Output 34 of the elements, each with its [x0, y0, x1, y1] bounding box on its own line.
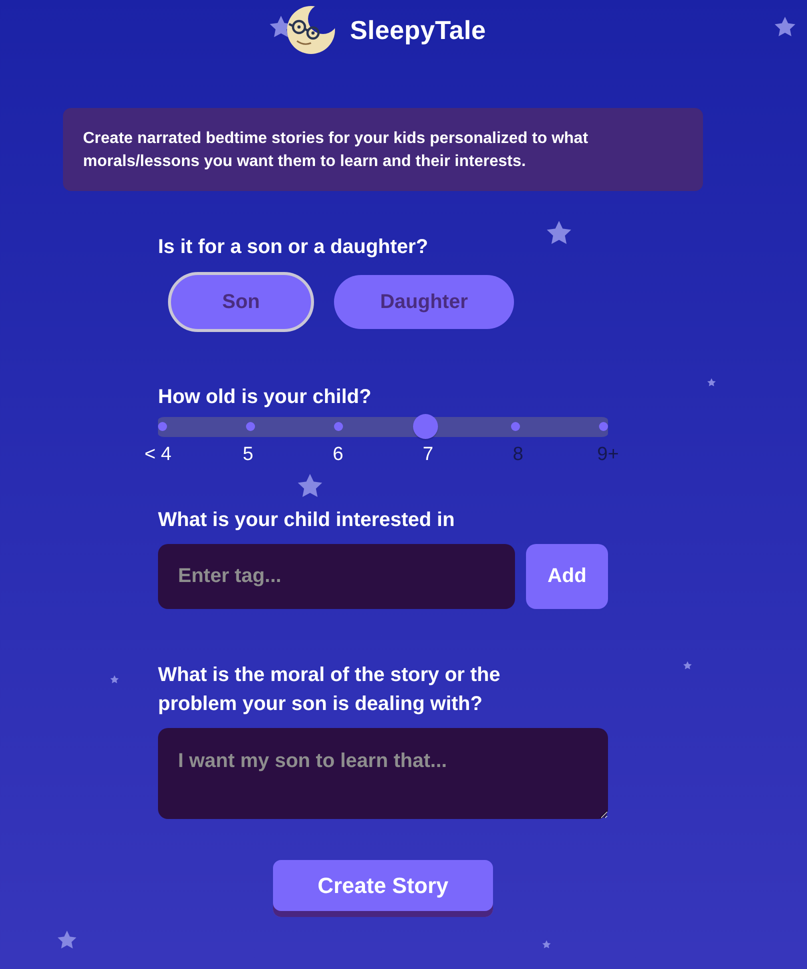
question-label: What is the moral of the story or the problem your son is dealing with?: [158, 663, 502, 717]
moon-logo-icon: [287, 5, 335, 55]
tick-dot-icon: [510, 422, 520, 430]
tag-input[interactable]: Enter tag...: [158, 544, 515, 609]
age-label: 9+: [597, 445, 619, 465]
tick-dot-icon: [599, 422, 608, 430]
tick-dot-icon: [334, 422, 344, 430]
age-label: 5: [242, 445, 254, 465]
age-slider[interactable]: [158, 414, 608, 438]
add-button[interactable]: Add: [526, 544, 608, 609]
question-label: Is it for a son or a daughter?: [158, 235, 428, 259]
star-icon: [542, 940, 550, 948]
age-label: 7: [422, 445, 434, 465]
star-icon: [546, 220, 572, 246]
create-story-button[interactable]: Create Story: [273, 860, 493, 917]
star-icon: [57, 930, 77, 950]
star-icon: [706, 378, 716, 386]
slider-thumb[interactable]: [413, 414, 438, 438]
star-icon: [682, 660, 692, 670]
star-icon: [297, 473, 323, 499]
option-button[interactable]: Son: [168, 272, 314, 332]
age-label: 6: [332, 445, 344, 465]
tick-dot-icon: [158, 422, 167, 430]
age-label: < 4: [144, 445, 172, 465]
question-label: What is your child interested in: [158, 508, 455, 532]
intro-banner: Create narrated bedtime stories for your kids personalized to what morals/lessons you want them to learn and their interests.: [63, 108, 703, 191]
question-label: How old is your child?: [158, 385, 372, 409]
age-label: 8: [512, 445, 524, 465]
star-icon: [774, 16, 796, 38]
star-icon: [110, 674, 118, 684]
option-button[interactable]: Daughter: [334, 275, 514, 329]
app-title: SleepyTale: [350, 14, 486, 46]
moral-textarea[interactable]: I want my son to learn that...: [158, 728, 608, 819]
tick-dot-icon: [246, 422, 256, 430]
